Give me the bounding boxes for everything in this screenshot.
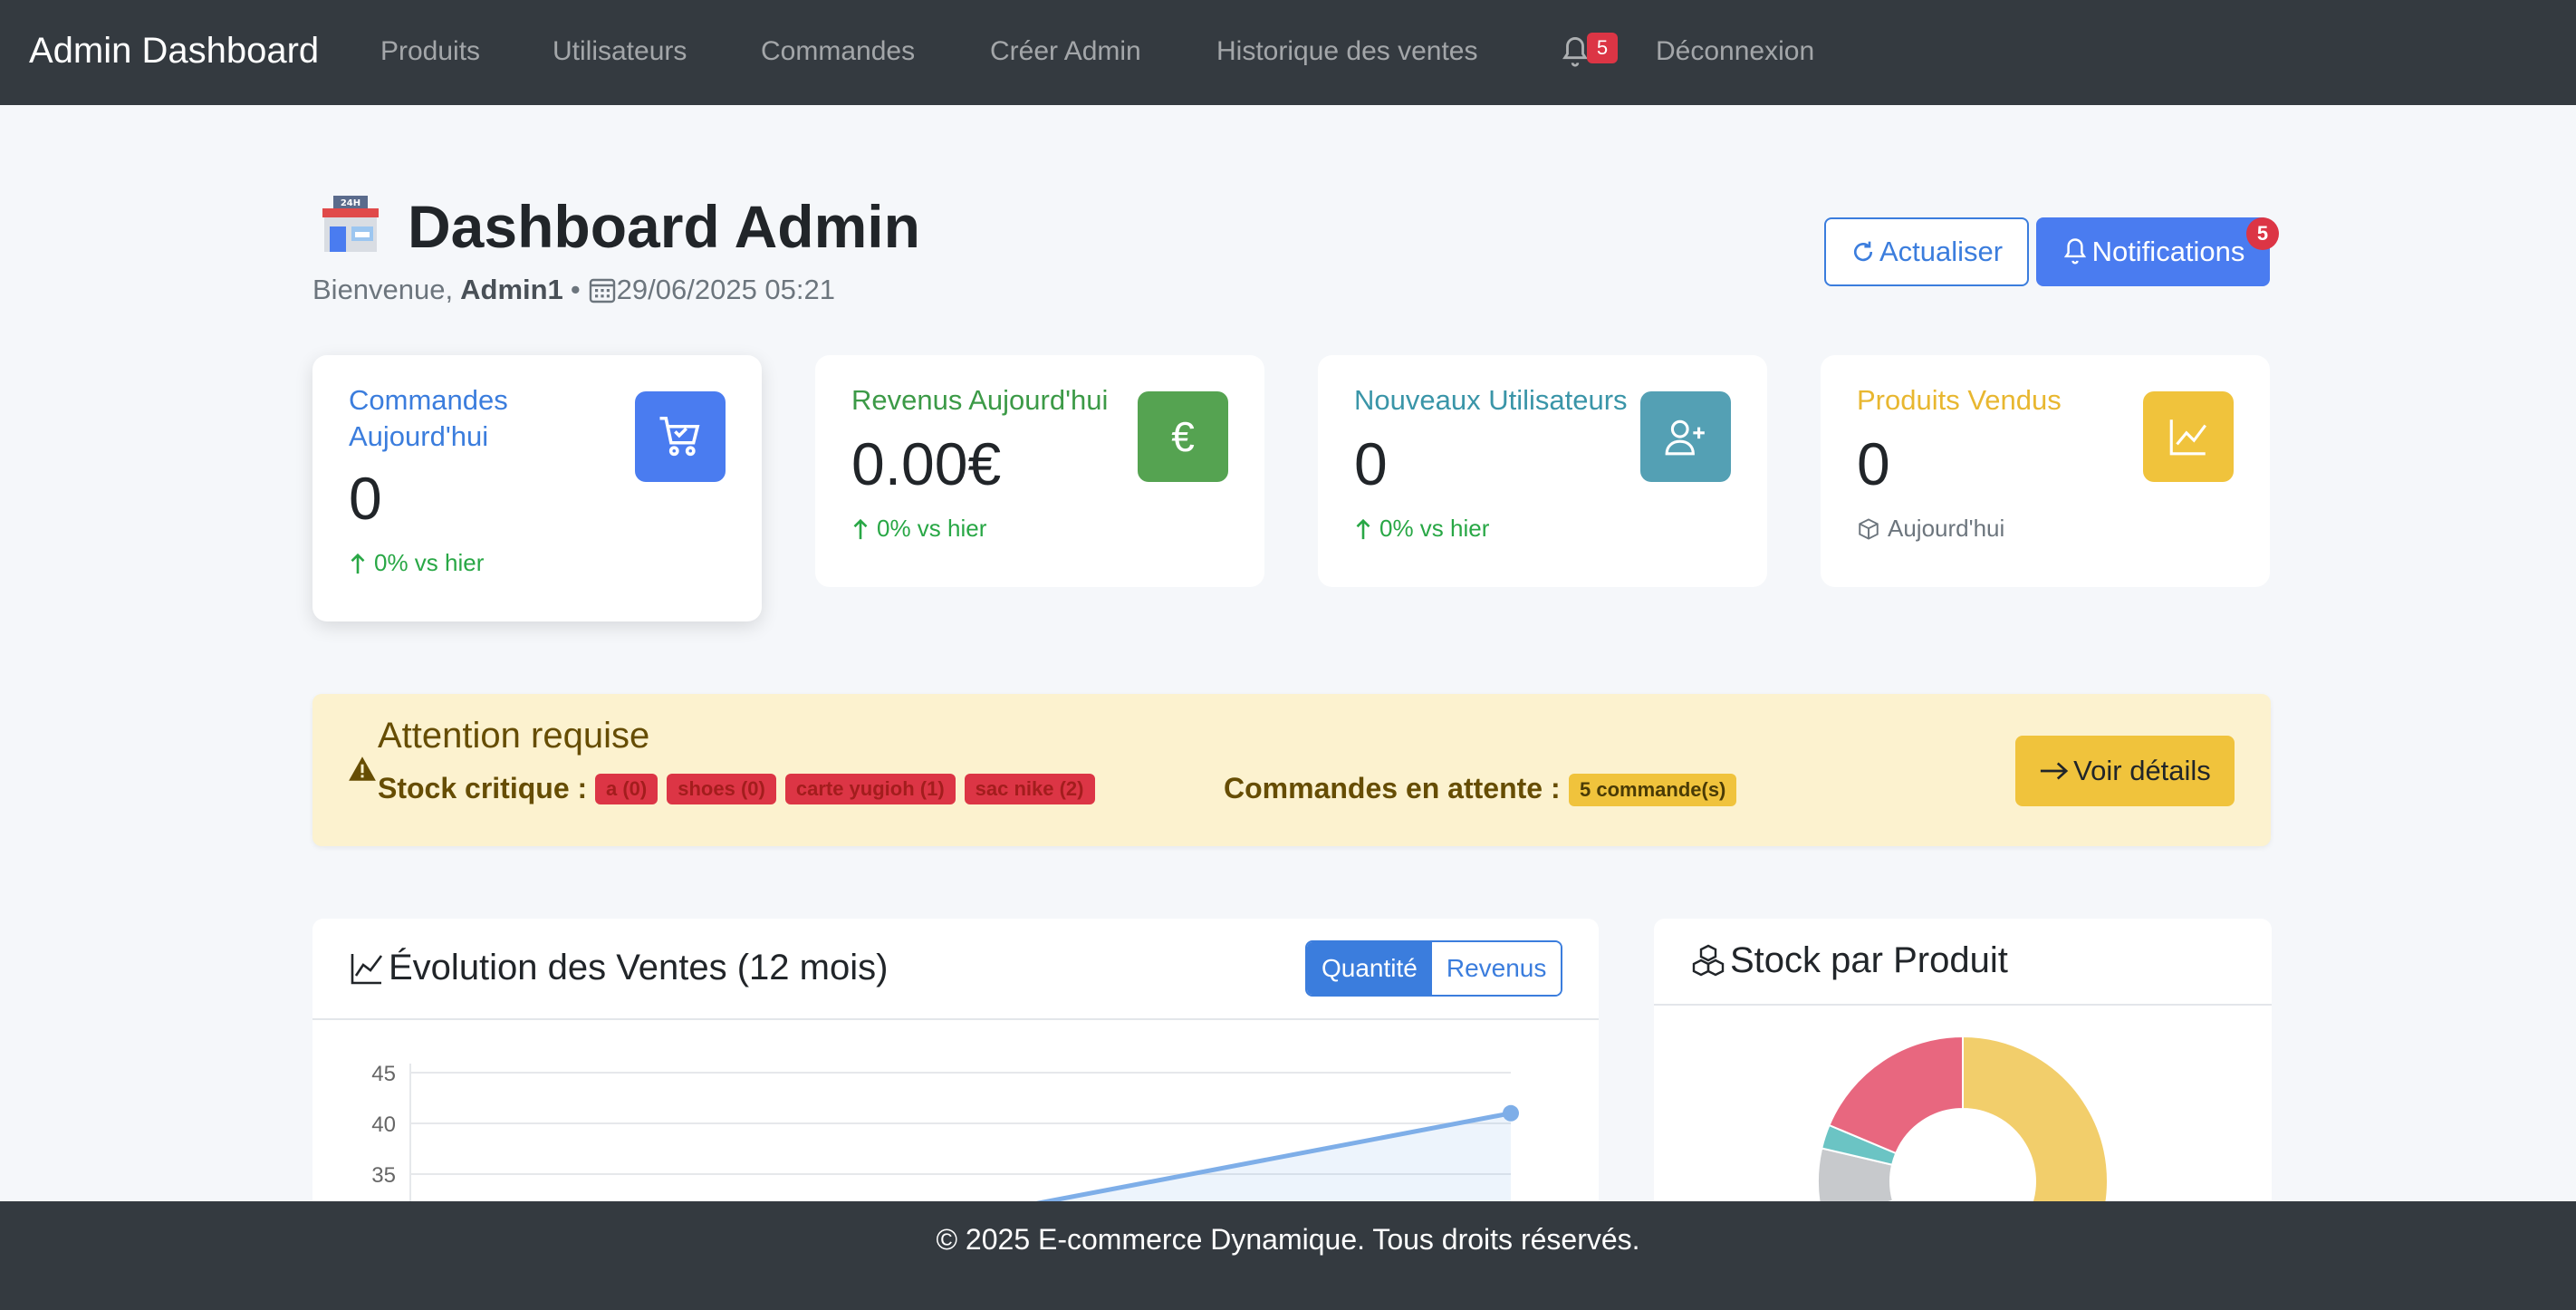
stat-value: 0	[349, 465, 382, 532]
footer-copyright: © 2025 E-commerce Dynamique. Tous droits…	[936, 1223, 1640, 1256]
calendar-icon	[588, 275, 617, 304]
welcome-line: Bienvenue, Admin1 • 29/06/2025 05:21	[312, 274, 835, 306]
y-tick-label: 35	[371, 1163, 396, 1188]
stat-label: Nouveaux Utilisateurs	[1354, 384, 1628, 416]
stock-critical-label: Stock critique :	[378, 772, 588, 804]
sales-evolution-panel: Évolution des Ventes (12 mois) Quantité …	[312, 919, 1599, 1227]
trend-chart-icon	[2143, 391, 2234, 482]
stat-delta-text: 0% vs hier	[877, 515, 987, 542]
user-plus-icon	[1640, 391, 1731, 482]
stock-badge[interactable]: a (0)	[595, 774, 658, 804]
nav-notification-badge: 5	[1587, 33, 1618, 63]
stat-delta: 0% vs hier	[851, 515, 986, 543]
notifications-label: Notifications	[2091, 236, 2245, 267]
nav-link-historique[interactable]: Historique des ventes	[1216, 36, 1478, 67]
notifications-count-badge: 5	[2246, 217, 2279, 250]
page-footer: © 2025 E-commerce Dynamique. Tous droits…	[0, 1201, 2576, 1310]
stat-delta-text: 0% vs hier	[1379, 515, 1490, 542]
euro-icon: €	[1138, 391, 1228, 482]
y-tick-label: 40	[371, 1113, 396, 1137]
stat-delta-text: 0% vs hier	[374, 549, 485, 576]
stat-value: 0	[1354, 430, 1388, 497]
sales-line-chart: 45 40 35	[371, 1062, 1519, 1227]
stat-value: 0.00€	[851, 430, 1002, 497]
attention-alert: Attention requise Stock critique : a (0)…	[312, 694, 2271, 846]
stat-delta: 0% vs hier	[349, 549, 484, 577]
arrow-up-icon	[853, 518, 868, 539]
stock-by-product-panel: Stock par Produit	[1654, 919, 2272, 1227]
stat-value: 0	[1857, 430, 1890, 497]
nav-link-commandes[interactable]: Commandes	[761, 36, 915, 67]
stock-badge[interactable]: shoes (0)	[667, 774, 776, 804]
stock-badge[interactable]: sac nike (2)	[964, 774, 1095, 804]
arrow-up-icon	[1356, 518, 1370, 539]
nav-link-utilisateurs[interactable]: Utilisateurs	[553, 36, 687, 67]
alert-title: Attention requise	[378, 716, 650, 756]
stat-card-products-sold: Produits Vendus 0 Aujourd'hui	[1821, 355, 2270, 587]
stock-badge[interactable]: carte yugioh (1)	[784, 774, 956, 804]
welcome-prefix: Bienvenue,	[312, 274, 454, 305]
stat-label: Revenus Aujourd'hui	[851, 384, 1109, 416]
current-datetime: 29/06/2025 05:21	[616, 274, 836, 305]
navbar-brand[interactable]: Admin Dashboard	[29, 31, 319, 72]
arrow-right-icon	[2041, 762, 2069, 780]
separator: •	[570, 274, 581, 305]
svg-text:24H: 24H	[341, 198, 360, 208]
username: Admin1	[460, 274, 563, 305]
cart-icon	[635, 391, 726, 482]
page-title: Dashboard Admin	[408, 193, 920, 260]
nav-link-produits[interactable]: Produits	[380, 36, 480, 67]
nav-link-logout[interactable]: Déconnexion	[1656, 36, 1814, 67]
bell-icon	[2063, 238, 2086, 265]
pending-orders-label: Commandes en attente :	[1224, 772, 1561, 804]
nav-bell-icon[interactable]	[1560, 34, 1591, 71]
box-icon	[1859, 517, 1879, 540]
top-navbar: Admin Dashboard Produits Utilisateurs Co…	[0, 0, 2576, 105]
warning-icon	[347, 754, 378, 785]
y-tick-label: 45	[371, 1062, 396, 1086]
refresh-button[interactable]: Actualiser	[1824, 217, 2029, 286]
stock-doughnut-chart	[1817, 1035, 2109, 1227]
notifications-button[interactable]: Notifications	[2036, 217, 2270, 286]
stat-card-orders: Commandes Aujourd'hui 0 0% vs hier	[312, 355, 762, 621]
refresh-icon	[1853, 241, 1873, 262]
store-icon: 24H	[319, 196, 382, 254]
stat-delta: Aujourd'hui	[1857, 515, 2004, 543]
stat-card-revenue: Revenus Aujourd'hui 0.00€ 0% vs hier €	[815, 355, 1264, 587]
data-point[interactable]	[1503, 1104, 1519, 1122]
nav-link-creer-admin[interactable]: Créer Admin	[990, 36, 1141, 67]
stock-critical-list: a (0) shoes (0) carte yugioh (1) sac nik…	[595, 774, 1095, 804]
stat-label: Commandes Aujourd'hui	[349, 384, 508, 452]
stat-delta: 0% vs hier	[1354, 515, 1489, 543]
arrow-up-icon	[351, 553, 365, 573]
stat-label: Produits Vendus	[1857, 384, 2062, 416]
view-details-button[interactable]: Voir détails	[2015, 736, 2235, 806]
stat-delta-text: Aujourd'hui	[1888, 515, 2005, 542]
refresh-label: Actualiser	[1879, 236, 2004, 267]
pending-orders-badge: 5 commande(s)	[1569, 774, 1737, 806]
view-details-label: Voir détails	[2073, 755, 2211, 786]
stat-card-new-users: Nouveaux Utilisateurs 0 0% vs hier	[1318, 355, 1767, 587]
